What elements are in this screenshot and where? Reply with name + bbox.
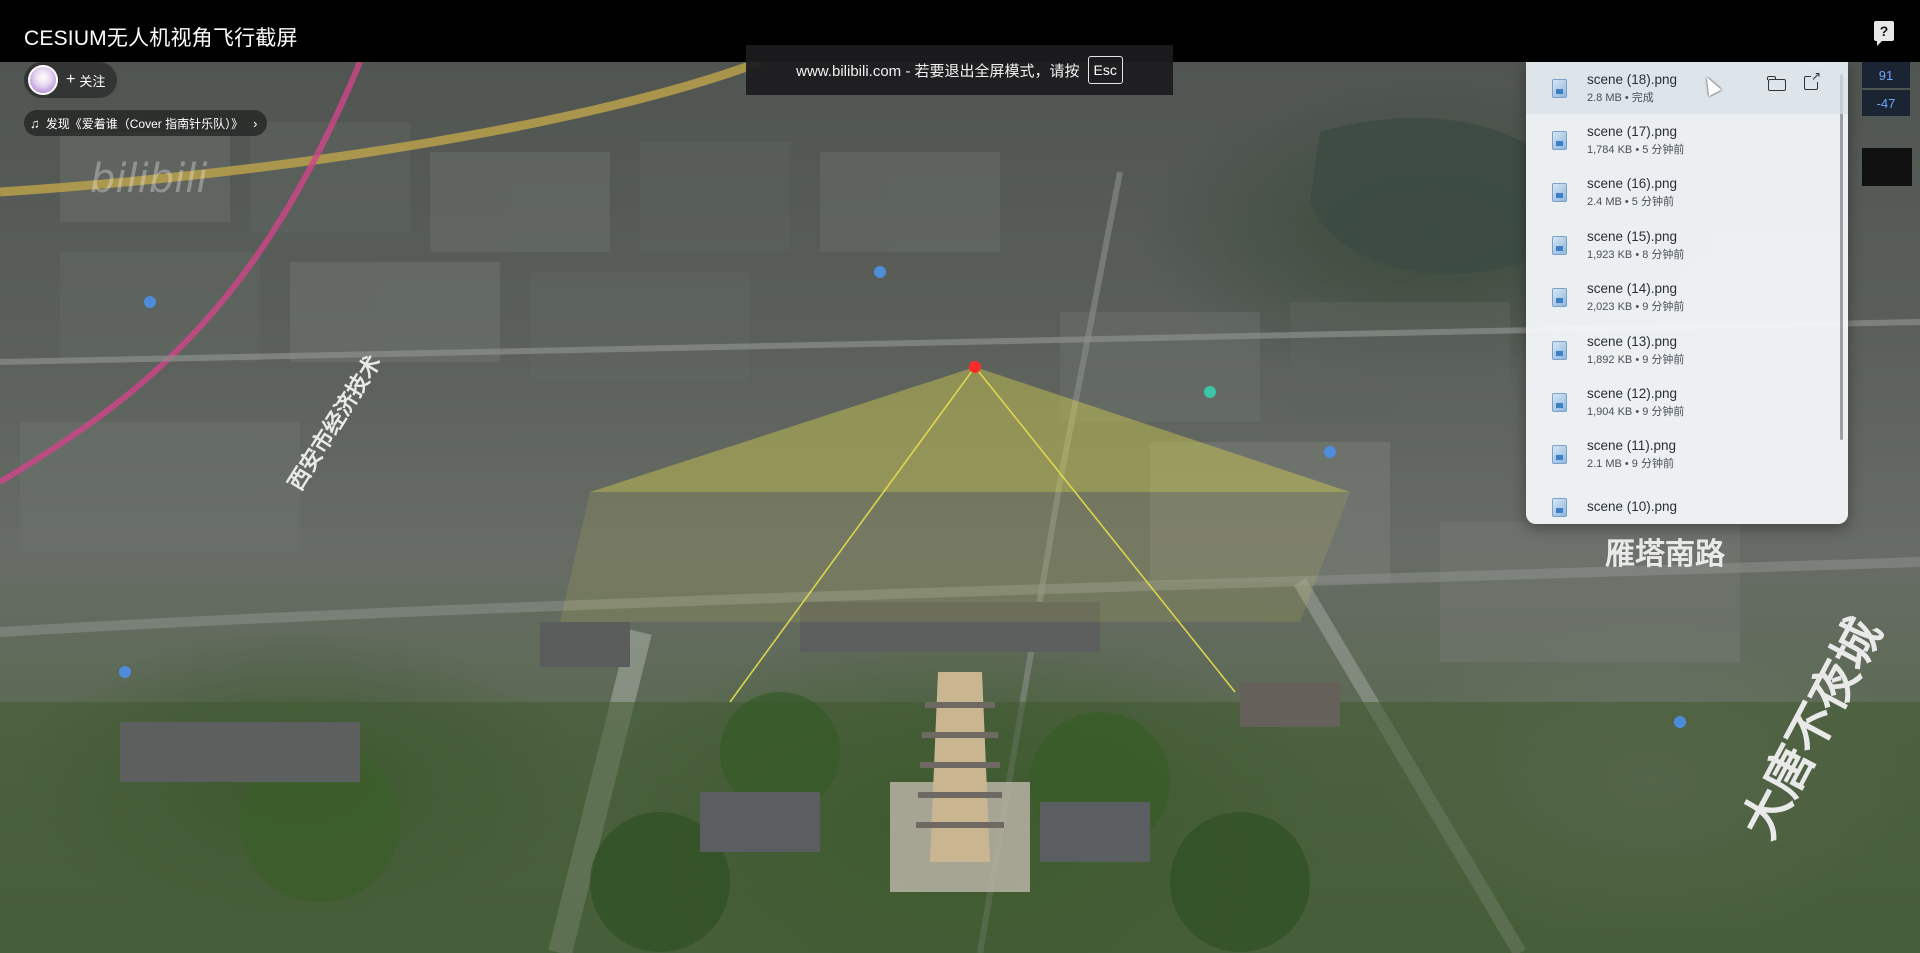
esc-key: Esc: [1087, 56, 1123, 84]
help-icon[interactable]: ?: [1874, 21, 1894, 46]
download-meta: 2,023 KB • 9 分钟前: [1587, 301, 1685, 314]
readout-value: 91: [1862, 62, 1910, 88]
music-label: 发现《爱着谁（Cover 指南针乐队）》: [45, 116, 244, 131]
image-file-icon: [1552, 497, 1567, 517]
drone-marker[interactable]: [969, 361, 981, 373]
image-file-icon: [1552, 235, 1567, 255]
image-file-icon: [1552, 445, 1567, 465]
plus-icon: +: [66, 71, 76, 88]
download-filename: scene (16).png: [1587, 176, 1678, 192]
download-filename: scene (10).png: [1587, 498, 1678, 514]
download-filename: scene (17).png: [1587, 124, 1678, 140]
open-external-icon[interactable]: [1804, 70, 1821, 90]
download-filename: scene (13).png: [1587, 333, 1678, 349]
folder-icon[interactable]: [1767, 76, 1786, 91]
follow-label: 关注: [79, 73, 106, 89]
download-meta: 2.4 MB • 5 分钟前: [1587, 196, 1674, 209]
download-meta: 1,784 KB • 5 分钟前: [1587, 144, 1685, 157]
image-file-icon: [1552, 288, 1567, 308]
music-note-icon: ♫: [30, 115, 40, 131]
download-item[interactable]: scene (18).png 2.8 MB • 完成: [1526, 62, 1848, 115]
avatar[interactable]: [28, 65, 58, 95]
download-item[interactable]: scene (16).png 2.4 MB • 5 分钟前: [1526, 167, 1848, 219]
download-item[interactable]: scene (13).png 1,892 KB • 9 分钟前: [1526, 324, 1848, 376]
download-filename: scene (14).png: [1587, 281, 1678, 297]
watermark: bilibili: [90, 156, 207, 202]
download-filename: scene (18).png: [1587, 71, 1678, 87]
download-filename: scene (12).png: [1587, 386, 1678, 402]
download-item[interactable]: scene (14).png 2,023 KB • 9 分钟前: [1526, 272, 1848, 324]
image-file-icon: [1552, 393, 1567, 413]
fullscreen-notice-text: www.bilibili.com - 若要退出全屏模式，请按: [796, 62, 1080, 80]
chevron-right-icon: ›: [253, 115, 258, 131]
image-file-icon: [1552, 131, 1567, 151]
readout-value: -47: [1862, 90, 1910, 116]
download-filename: scene (15).png: [1587, 228, 1678, 244]
downloads-panel: scene (18).png 2.8 MB • 完成 scene (17).pn…: [1526, 62, 1848, 524]
download-meta: 1,892 KB • 9 分钟前: [1587, 353, 1685, 366]
video-title: CESIUM无人机视角飞行截屏: [24, 27, 298, 50]
download-item[interactable]: scene (10).png: [1526, 481, 1848, 524]
image-file-icon: [1552, 340, 1567, 360]
map-label-yanta: 雁塔南路: [1605, 537, 1726, 572]
download-meta: 1,923 KB • 8 分钟前: [1587, 248, 1685, 261]
music-chip[interactable]: ♫ 发现《爱着谁（Cover 指南针乐队）》 ›: [24, 110, 268, 136]
side-panel-edge: [1862, 148, 1912, 186]
follow-button[interactable]: + 关注: [66, 71, 105, 90]
download-filename: scene (11).png: [1587, 438, 1677, 454]
image-file-icon: [1552, 78, 1567, 98]
download-item[interactable]: scene (11).png 2.1 MB • 9 分钟前: [1526, 429, 1848, 481]
fullscreen-notice: www.bilibili.com - 若要退出全屏模式，请按 Esc: [746, 45, 1173, 95]
download-meta: 2.8 MB • 完成: [1587, 91, 1654, 104]
download-item[interactable]: scene (17).png 1,784 KB • 5 分钟前: [1526, 114, 1848, 166]
download-meta: 1,904 KB • 9 分钟前: [1587, 406, 1685, 419]
uploader-chip: + 关注: [24, 62, 118, 98]
image-file-icon: [1552, 183, 1567, 203]
download-item[interactable]: scene (12).png 1,904 KB • 9 分钟前: [1526, 376, 1848, 428]
download-item[interactable]: scene (15).png 1,923 KB • 8 分钟前: [1526, 219, 1848, 271]
side-readout: 91 -47: [1862, 62, 1910, 118]
download-meta: 2.1 MB • 9 分钟前: [1587, 458, 1674, 471]
